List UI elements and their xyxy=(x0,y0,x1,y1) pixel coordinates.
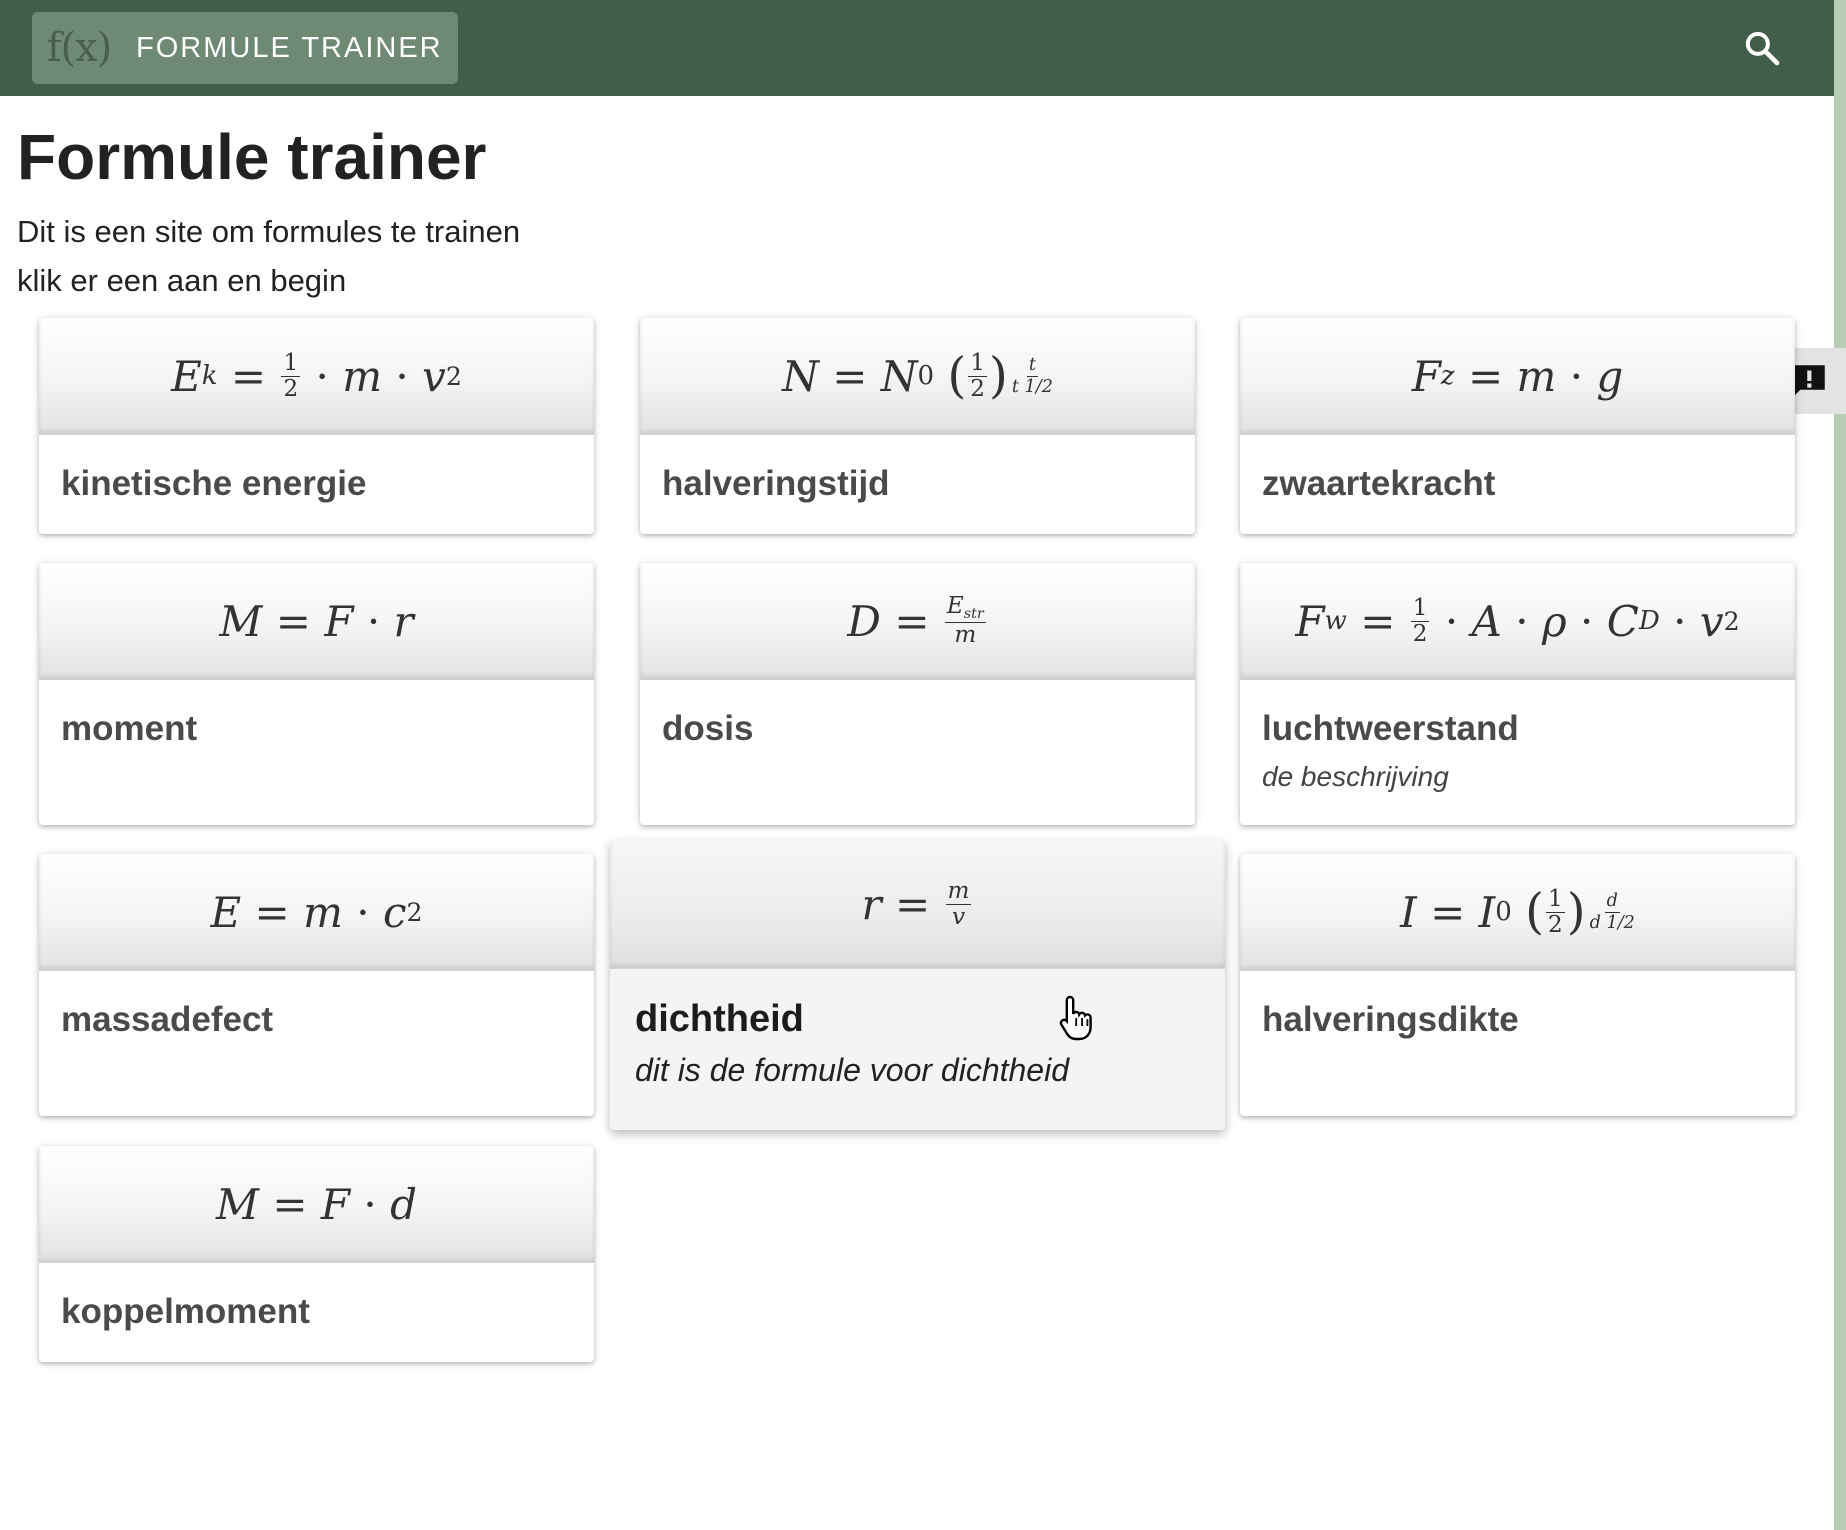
card-title: dichtheid xyxy=(635,998,804,1040)
app-title: FORMULE TRAINER xyxy=(136,31,443,64)
formula-display: E = m · c2 xyxy=(39,854,594,971)
formula-card-moment[interactable]: M = F · r moment xyxy=(39,563,594,825)
search-icon xyxy=(1745,31,1780,66)
app-bar: f(x) FORMULE TRAINER xyxy=(0,0,1834,96)
card-description: dit is de formule voor dichtheid xyxy=(635,1052,1069,1088)
formula-card-dichtheid[interactable]: r = mv dichtheid dit is de formule voor … xyxy=(610,840,1225,1130)
formula-card-dosis[interactable]: D = Estr m dosis xyxy=(640,563,1195,825)
page-title: Formule trainer xyxy=(17,121,487,193)
formula-card-halveringsdikte[interactable]: I = I0 (1 2) dd 1/2 halveringsdikte xyxy=(1240,854,1795,1116)
formula-display: N = N0 (1 2) tt 1/2 xyxy=(640,318,1195,435)
card-title: kinetische energie xyxy=(61,464,367,503)
intro-text: Dit is een site om formules te trainen xyxy=(17,214,521,249)
formula-card-halveringstijd[interactable]: N = N0 (1 2) tt 1/2 halveringstijd xyxy=(640,318,1195,534)
card-title: dosis xyxy=(662,709,754,748)
card-title: halveringstijd xyxy=(662,464,890,503)
formula-card-luchtweerstand[interactable]: Fw = 12 · A · ρ · CD · v2 luchtweerstand… xyxy=(1240,563,1795,825)
search-button[interactable] xyxy=(1738,24,1786,72)
formula-display: Fw = 12 · A · ρ · CD · v2 xyxy=(1240,563,1795,680)
intro-instruction: klik er een aan en begin xyxy=(17,263,347,298)
function-logo-icon: f(x) xyxy=(46,25,113,71)
home-link[interactable]: f(x) FORMULE TRAINER xyxy=(32,12,458,84)
formula-display: D = Estr m xyxy=(640,563,1195,680)
card-description: de beschrijving xyxy=(1262,761,1449,792)
card-title: luchtweerstand xyxy=(1262,709,1519,748)
formula-display: Fz = m · g xyxy=(1240,318,1795,435)
hand-pointer-cursor-icon xyxy=(1059,995,1092,1041)
card-title: zwaartekracht xyxy=(1262,464,1496,503)
formula-card-massadefect[interactable]: E = m · c2 massadefect xyxy=(39,854,594,1116)
card-title: koppelmoment xyxy=(61,1292,310,1331)
formula-display: M = F · d xyxy=(39,1146,594,1263)
card-title: halveringsdikte xyxy=(1262,1000,1519,1039)
card-title: massadefect xyxy=(61,1000,274,1039)
formula-display: M = F · r xyxy=(39,563,594,680)
formula-display: Ek = 12 · m · v2 xyxy=(39,318,594,435)
formula-display: r = mv xyxy=(610,840,1225,969)
formula-card-kinetische-energie[interactable]: Ek = 12 · m · v2 kinetische energie xyxy=(39,318,594,534)
card-title: moment xyxy=(61,709,198,748)
formula-card-koppelmoment[interactable]: M = F · d koppelmoment xyxy=(39,1146,594,1362)
formula-display: I = I0 (1 2) dd 1/2 xyxy=(1240,854,1795,971)
formula-card-zwaartekracht[interactable]: Fz = m · g zwaartekracht xyxy=(1240,318,1795,534)
scrollbar[interactable] xyxy=(1834,0,1846,1530)
